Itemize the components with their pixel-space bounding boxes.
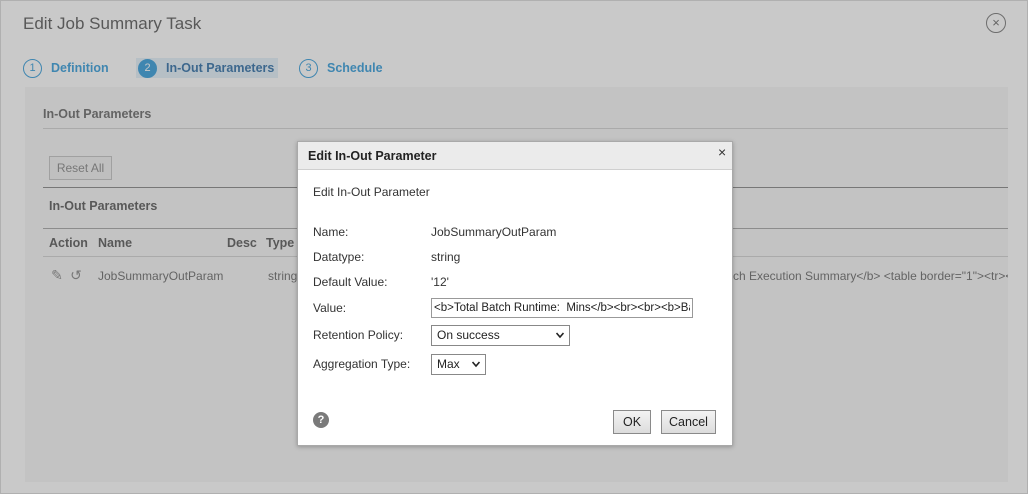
cancel-button[interactable]: Cancel — [661, 410, 716, 434]
default-value-label: Default Value: — [313, 275, 388, 289]
dialog-title: Edit In-Out Parameter — [308, 149, 437, 163]
name-value: JobSummaryOutParam — [431, 225, 557, 239]
help-icon[interactable]: ? — [313, 412, 329, 428]
value-input[interactable] — [431, 298, 693, 318]
chevron-down-icon — [556, 332, 564, 339]
retention-policy-select[interactable]: On success — [431, 325, 570, 346]
datatype-value: string — [431, 250, 461, 264]
aggregation-type-select[interactable]: Max — [431, 354, 486, 375]
name-label: Name: — [313, 225, 349, 239]
aggregation-type-label: Aggregation Type: — [313, 357, 411, 371]
datatype-label: Datatype: — [313, 250, 365, 264]
retention-policy-value: On success — [437, 328, 500, 342]
chevron-down-icon — [472, 361, 480, 368]
close-icon[interactable]: × — [718, 144, 726, 160]
default-value: '12' — [431, 275, 449, 289]
dialog-subtitle: Edit In-Out Parameter — [313, 185, 430, 199]
edit-in-out-parameter-dialog: Edit In-Out Parameter × Edit In-Out Para… — [297, 141, 733, 446]
value-label: Value: — [313, 301, 347, 315]
retention-policy-label: Retention Policy: — [313, 328, 404, 342]
dialog-header: Edit In-Out Parameter × — [298, 142, 732, 170]
aggregation-type-value: Max — [437, 357, 460, 371]
ok-button[interactable]: OK — [613, 410, 651, 434]
